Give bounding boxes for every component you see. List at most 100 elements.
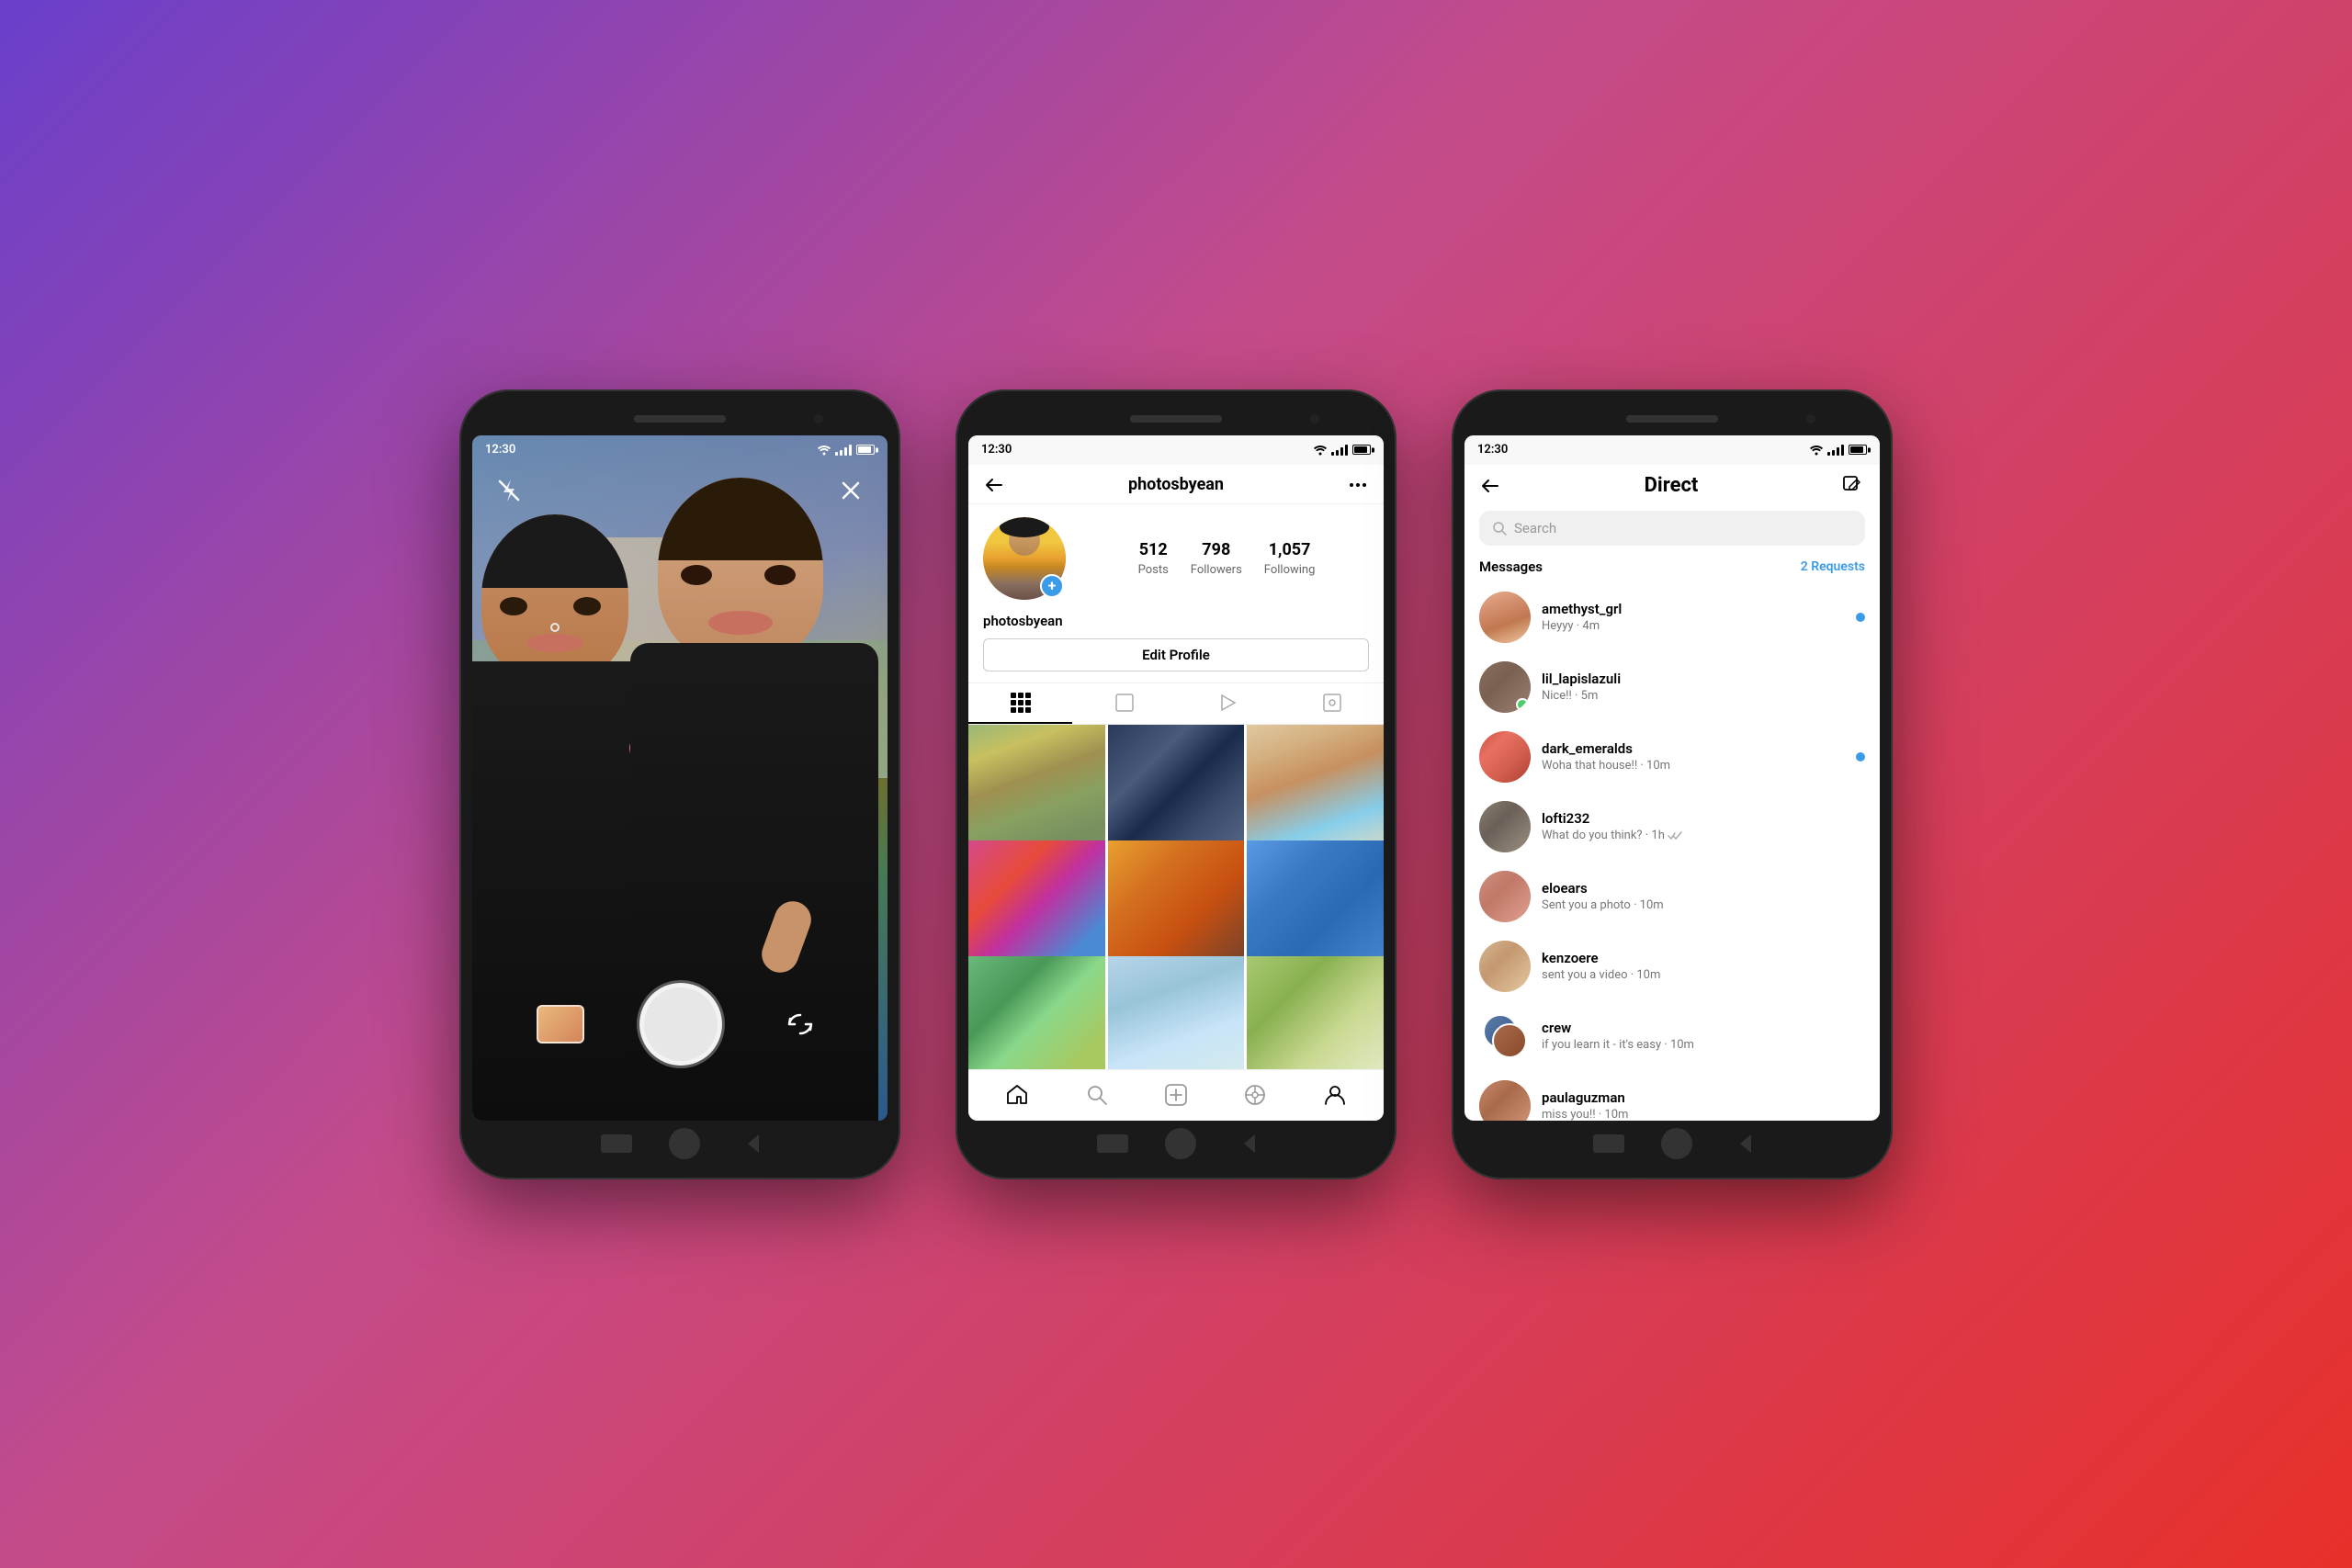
front-camera-hardware: [1310, 414, 1319, 423]
home-icon: [1005, 1083, 1029, 1107]
photo-cell-8[interactable]: [1108, 956, 1245, 1069]
back-button-hardware: [1097, 1134, 1128, 1153]
followers-count: 798: [1191, 540, 1242, 559]
video-icon: [1217, 692, 1239, 714]
tab-video[interactable]: [1176, 683, 1280, 724]
phone-top-hardware: [968, 402, 1384, 435]
nav-reels[interactable]: [1241, 1081, 1269, 1109]
flash-off-icon: [496, 478, 522, 503]
shutter-button[interactable]: [639, 983, 722, 1066]
following-stat[interactable]: 1,057 Following: [1264, 540, 1316, 577]
msg-preview: Sent you a photo · 10m: [1542, 898, 1865, 912]
nav-home[interactable]: [1003, 1081, 1031, 1109]
message-item-lofti[interactable]: lofti232 What do you think? · 1h: [1464, 792, 1880, 862]
message-item-lapis[interactable]: lil_lapislazuli Nice!! · 5m: [1464, 652, 1880, 722]
message-item-ken[interactable]: kenzoere sent you a video · 10m: [1464, 931, 1880, 1001]
direct-title: Direct: [1645, 474, 1699, 497]
profile-stats: 512 Posts 798 Followers 1,057 Following: [1084, 540, 1369, 577]
direct-screen: 12:30: [1464, 435, 1880, 1121]
phone-camera: 12:30: [459, 389, 900, 1179]
status-bar: 12:30: [1464, 435, 1880, 465]
msg-preview: sent you a video · 10m: [1542, 968, 1865, 982]
messages-label: Messages: [1479, 558, 1543, 575]
msg-info-amethyst: amethyst_grl Heyyy · 4m: [1542, 601, 1865, 633]
requests-button[interactable]: 2 Requests: [1801, 559, 1865, 574]
nav-search[interactable]: [1083, 1081, 1111, 1109]
msg-preview: Woha that house!! · 10m: [1542, 759, 1865, 773]
photo-cell-9[interactable]: [1247, 956, 1384, 1069]
close-button[interactable]: [832, 472, 869, 509]
status-time: 12:30: [485, 443, 515, 457]
message-item-elo[interactable]: eloears Sent you a photo · 10m: [1464, 862, 1880, 931]
msg-username: lil_lapislazuli: [1542, 671, 1865, 687]
status-bar: 12:30: [472, 435, 888, 465]
msg-username: crew: [1542, 1020, 1865, 1036]
signal-bars: [835, 445, 852, 456]
flip-camera-icon: [783, 1010, 818, 1039]
edit-profile-button[interactable]: Edit Profile: [983, 638, 1369, 671]
front-camera-hardware: [1806, 414, 1815, 423]
nav-profile[interactable]: [1321, 1081, 1349, 1109]
msg-username: lofti232: [1542, 810, 1865, 827]
avatar-ken: [1479, 941, 1531, 992]
avatar-paula: [1479, 1080, 1531, 1121]
phone-bottom-hardware: [968, 1121, 1384, 1167]
reels-icon: [1243, 1083, 1267, 1107]
search-bar[interactable]: Search: [1479, 511, 1865, 546]
msg-info-ken: kenzoere sent you a video · 10m: [1542, 950, 1865, 982]
phone-bottom-hardware: [472, 1121, 888, 1167]
profile-username-header: photosbyean: [1128, 475, 1224, 494]
phone-profile: 12:30: [956, 389, 1396, 1179]
status-icons: [818, 445, 875, 456]
message-item-paula[interactable]: paulaguzman miss you!! · 10m: [1464, 1071, 1880, 1121]
message-item-crew[interactable]: crew if you learn it - it's easy · 10m: [1464, 1001, 1880, 1071]
back-arrow-icon: [1479, 475, 1501, 497]
msg-username: dark_emeralds: [1542, 740, 1865, 757]
tab-single[interactable]: [1072, 683, 1176, 724]
photo-cell-7[interactable]: [968, 956, 1105, 1069]
home-button-hardware: [1661, 1128, 1692, 1159]
phone-top-hardware: [1464, 402, 1880, 435]
message-item-dark[interactable]: dark_emeralds Woha that house!! · 10m: [1464, 722, 1880, 792]
followers-stat[interactable]: 798 Followers: [1191, 540, 1242, 577]
unread-indicator: [1856, 613, 1865, 622]
tagged-icon: [1321, 692, 1343, 714]
flip-camera-button[interactable]: [777, 1005, 823, 1043]
read-receipts-icon: [1668, 831, 1682, 840]
flash-off-button[interactable]: [491, 472, 527, 509]
front-camera-hardware: [814, 414, 823, 423]
more-options-icon: [1347, 474, 1369, 496]
home-button-hardware: [1165, 1128, 1196, 1159]
more-options-button[interactable]: [1347, 474, 1369, 496]
compose-button[interactable]: [1841, 474, 1865, 498]
add-icon: [1164, 1083, 1188, 1107]
speaker-grill: [1130, 415, 1222, 423]
status-bar: 12:30: [968, 435, 1384, 465]
following-count: 1,057: [1264, 540, 1316, 559]
battery-icon: [1849, 445, 1867, 455]
back-arrow-icon: [983, 474, 1005, 496]
msg-info-elo: eloears Sent you a photo · 10m: [1542, 880, 1865, 912]
avatar-crew: [1479, 1010, 1531, 1062]
gallery-thumbnail[interactable]: [537, 1005, 584, 1043]
msg-info-paula: paulaguzman miss you!! · 10m: [1542, 1089, 1865, 1121]
message-item-amethyst[interactable]: amethyst_grl Heyyy · 4m: [1464, 582, 1880, 652]
back-button[interactable]: [1479, 475, 1501, 497]
grid-icon: [1011, 693, 1031, 713]
wifi-icon: [818, 445, 831, 456]
unread-indicator: [1856, 752, 1865, 761]
home-button-hardware: [669, 1128, 700, 1159]
back-button[interactable]: [983, 474, 1005, 496]
nav-add[interactable]: [1162, 1081, 1190, 1109]
add-button[interactable]: +: [1040, 574, 1064, 598]
tab-grid[interactable]: [968, 683, 1072, 724]
search-placeholder: Search: [1514, 520, 1556, 536]
tab-tagged[interactable]: [1280, 683, 1384, 724]
camera-controls-top: [472, 472, 888, 509]
msg-preview: Heyyy · 4m: [1542, 619, 1865, 633]
status-icons: [1314, 445, 1371, 456]
back-button-hardware: [1593, 1134, 1624, 1153]
recents-button-hardware: [737, 1134, 759, 1153]
followers-label: Followers: [1191, 563, 1242, 577]
avatar-elo: [1479, 871, 1531, 922]
